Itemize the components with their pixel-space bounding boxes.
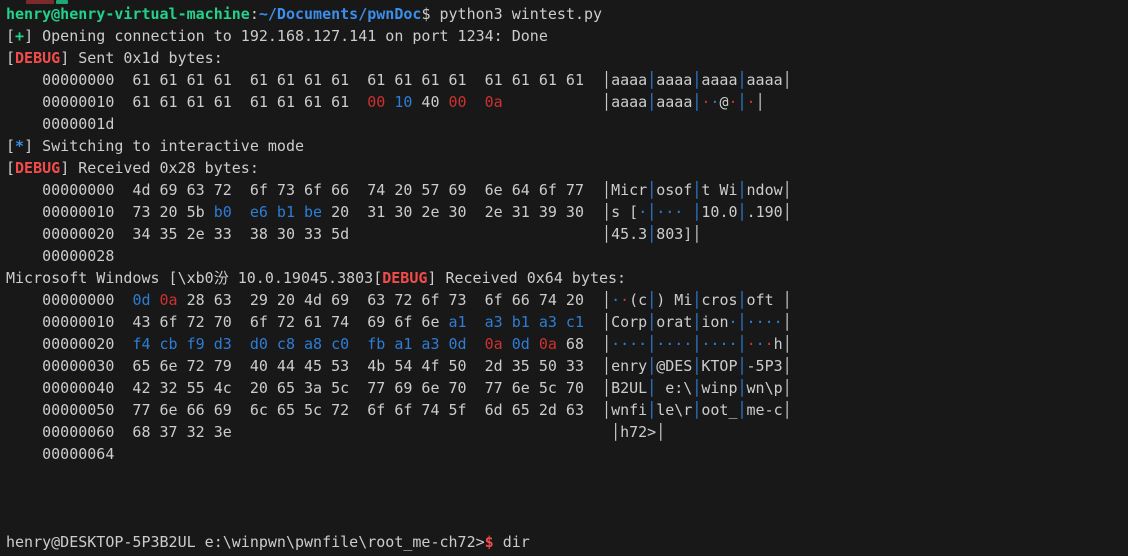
terminal-line: 00000028 bbox=[6, 247, 115, 265]
terminal-line: [+] Opening connection to 192.168.127.14… bbox=[6, 27, 548, 45]
terminal-line: [*] Switching to interactive mode bbox=[6, 137, 305, 155]
terminal-line: 00000020 f4 cb f9 d3 d0 c8 a8 c0 fb a1 a… bbox=[6, 335, 792, 353]
terminal-line: 00000010 61 61 61 61 61 61 61 61 00 10 4… bbox=[6, 93, 765, 111]
terminal-line: 00000010 73 20 5b b0 e6 b1 be 20 31 30 2… bbox=[6, 203, 792, 221]
terminal-line: henry@DESKTOP-5P3B2UL e:\winpwn\pwnfile\… bbox=[6, 533, 530, 551]
terminal-line: 00000064 bbox=[6, 445, 115, 463]
terminal-line: 00000000 0d 0a 28 63 29 20 4d 69 63 72 6… bbox=[6, 291, 792, 309]
terminal-line: 00000050 77 6e 66 69 6c 65 5c 72 6f 6f 7… bbox=[6, 401, 792, 419]
terminal-line: henry@henry-virtual-machine:~/Documents/… bbox=[6, 5, 603, 23]
terminal-line: [DEBUG] Sent 0x1d bytes: bbox=[6, 49, 223, 67]
terminal-line: 00000000 61 61 61 61 61 61 61 61 61 61 6… bbox=[6, 71, 792, 89]
terminal-line: [DEBUG] Received 0x28 bytes: bbox=[6, 159, 259, 177]
terminal-line: 00000040 42 32 55 4c 20 65 3a 5c 77 69 6… bbox=[6, 379, 792, 397]
terminal-output[interactable]: henry@henry-virtual-machine:~/Documents/… bbox=[6, 3, 1128, 553]
terminal-line: 00000000 4d 69 63 72 6f 73 6f 66 74 20 5… bbox=[6, 181, 792, 199]
terminal-line: Microsoft Windows [\xb0汾 10.0.19045.3803… bbox=[6, 269, 627, 287]
terminal-line: 00000060 68 37 32 3e │h72>│ bbox=[6, 423, 666, 441]
terminal-line: 00000030 65 6e 72 79 40 44 45 53 4b 54 4… bbox=[6, 357, 792, 375]
terminal-line: 00000010 43 6f 72 70 6f 72 61 74 69 6f 6… bbox=[6, 313, 792, 331]
terminal-line: 0000001d bbox=[6, 115, 115, 133]
terminal-line: 00000020 34 35 2e 33 38 30 33 5d │45.3│8… bbox=[6, 225, 702, 243]
